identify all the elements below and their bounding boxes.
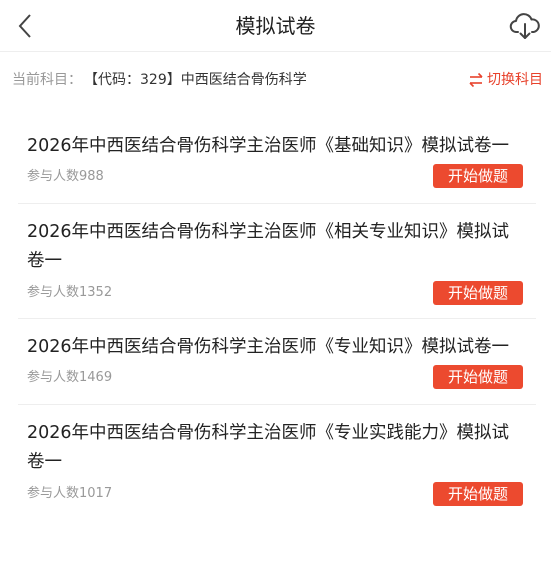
- exam-list-item[interactable]: 2026年中西医结合骨伤科学主治医师《基础知识》模拟试卷一 参与人数988 开始…: [18, 118, 536, 204]
- switch-subject-button[interactable]: 切换科目: [468, 68, 543, 92]
- participant-count: 参与人数1017: [27, 486, 113, 501]
- participant-count: 参与人数988: [27, 169, 104, 184]
- page-title: 模拟试卷: [235, 14, 316, 38]
- exam-list: 2026年中西医结合骨伤科学主治医师《基础知识》模拟试卷一 参与人数988 开始…: [18, 118, 536, 520]
- participant-count: 参与人数1352: [27, 285, 113, 300]
- exam-list-item[interactable]: 2026年中西医结合骨伤科学主治医师《专业实践能力》模拟试卷一 参与人数1017…: [18, 405, 536, 520]
- start-exam-button[interactable]: 开始做题: [433, 482, 523, 506]
- current-subject-label: 当前科目：: [12, 72, 82, 88]
- start-exam-button[interactable]: 开始做题: [433, 164, 523, 188]
- exam-list-item[interactable]: 2026年中西医结合骨伤科学主治医师《相关专业知识》模拟试卷一 参与人数1352…: [18, 204, 536, 319]
- exam-title: 2026年中西医结合骨伤科学主治医师《专业实践能力》模拟试卷一: [27, 423, 510, 472]
- download-button[interactable]: [509, 10, 541, 42]
- start-exam-button[interactable]: 开始做题: [433, 365, 523, 389]
- exam-title: 2026年中西医结合骨伤科学主治医师《专业知识》模拟试卷一: [27, 337, 510, 357]
- swap-arrows-icon: [469, 72, 483, 88]
- start-exam-button[interactable]: 开始做题: [433, 281, 523, 305]
- exam-list-item[interactable]: 2026年中西医结合骨伤科学主治医师《专业知识》模拟试卷一 参与人数1469 开…: [18, 319, 536, 405]
- exam-title: 2026年中西医结合骨伤科学主治医师《相关专业知识》模拟试卷一: [27, 222, 510, 271]
- exam-title: 2026年中西医结合骨伤科学主治医师《基础知识》模拟试卷一: [27, 136, 510, 156]
- current-subject-name: 【代码：329】中西医结合骨伤科学: [84, 72, 307, 88]
- switch-subject-label: 切换科目: [487, 72, 543, 88]
- current-subject-bar: 当前科目： 【代码：329】中西医结合骨伤科学 切换科目: [0, 60, 551, 100]
- app-header: 模拟试卷: [0, 0, 551, 52]
- participant-count: 参与人数1469: [27, 370, 113, 385]
- cloud-download-icon: [509, 13, 540, 39]
